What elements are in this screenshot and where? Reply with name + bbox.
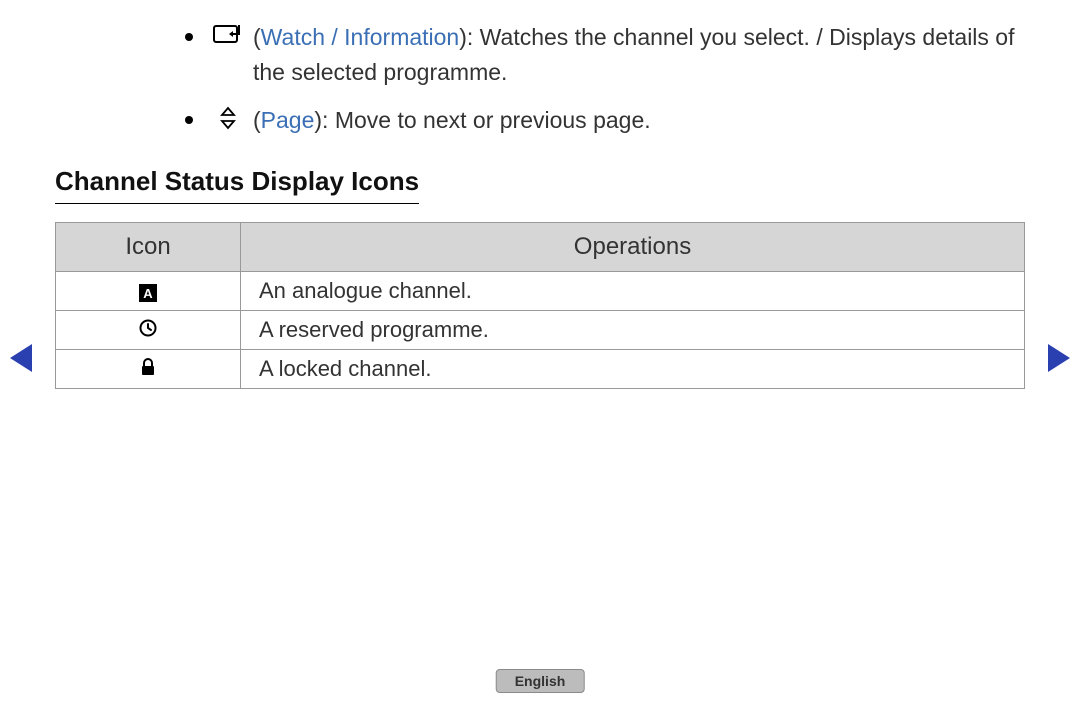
table-row: A reserved programme. [56, 310, 1025, 349]
cell-operation: A locked channel. [241, 349, 1025, 388]
cell-operation: A reserved programme. [241, 310, 1025, 349]
prev-page-arrow[interactable] [10, 344, 32, 372]
up-down-icon [213, 106, 243, 130]
page-text: ): Move to next or previous page. [314, 107, 650, 133]
icon-status-table: Icon Operations A An analogue channel. [55, 222, 1025, 389]
enter-key-icon [213, 23, 243, 45]
triangle-left-icon [10, 344, 32, 372]
bullet-item-watch: (Watch / Information): Watches the chann… [185, 20, 1025, 89]
header-icon: Icon [56, 222, 241, 271]
clock-icon [139, 317, 157, 342]
page-content: (Watch / Information): Watches the chann… [0, 0, 1080, 389]
triangle-right-icon [1048, 344, 1070, 372]
table-row: A locked channel. [56, 349, 1025, 388]
bullet-text: (Watch / Information): Watches the chann… [253, 20, 1025, 89]
lock-icon [140, 356, 156, 381]
bullet-dot-icon [185, 33, 193, 41]
bullet-dot-icon [185, 116, 193, 124]
bullet-list: (Watch / Information): Watches the chann… [55, 20, 1025, 138]
next-page-arrow[interactable] [1048, 344, 1070, 372]
cell-icon [56, 310, 241, 349]
watch-info-label: Watch / Information [261, 24, 460, 50]
cell-operation: An analogue channel. [241, 271, 1025, 310]
section-heading: Channel Status Display Icons [55, 166, 419, 204]
table-row: A An analogue channel. [56, 271, 1025, 310]
bullet-text: (Page): Move to next or previous page. [253, 103, 1025, 138]
section-heading-wrapper: Channel Status Display Icons [55, 166, 1025, 222]
cell-icon [56, 349, 241, 388]
table-header-row: Icon Operations [56, 222, 1025, 271]
cell-icon: A [56, 271, 241, 310]
language-badge: English [496, 669, 585, 693]
header-operations: Operations [241, 222, 1025, 271]
bullet-item-page: (Page): Move to next or previous page. [185, 103, 1025, 138]
page-label: Page [261, 107, 315, 133]
analogue-a-icon: A [139, 284, 157, 302]
